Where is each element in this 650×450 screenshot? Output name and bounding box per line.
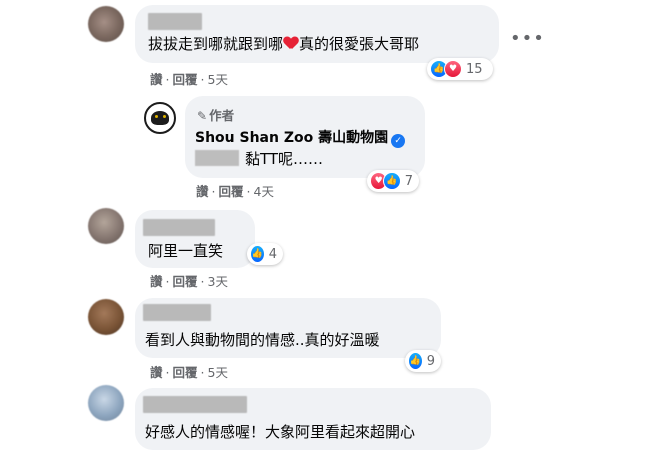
- reaction-count: 4: [268, 246, 277, 262]
- pencil-icon: ✎: [197, 109, 208, 123]
- comment-text: 拔拔走到哪就跟到哪 真的很愛張大哥耶: [148, 35, 420, 53]
- like-icon: 👍: [250, 245, 265, 263]
- reaction-count: 7: [404, 173, 413, 189]
- commenter-name-redacted[interactable]: [143, 396, 247, 413]
- comment-text: 好感人的情感喔！大象阿里看起來超開心: [145, 423, 416, 441]
- zoo-avatar[interactable]: [144, 102, 176, 134]
- like-button[interactable]: 讚: [150, 365, 163, 380]
- commenter-avatar[interactable]: [88, 299, 124, 335]
- comment-actions: 讚 · 回覆 · 5天: [150, 365, 228, 380]
- reply-button[interactable]: 回覆: [173, 72, 198, 87]
- mentioned-name-redacted: [195, 150, 239, 166]
- author-badge: ✎ 作者: [197, 108, 235, 123]
- reaction-count: 15: [466, 61, 483, 77]
- love-icon: ♥: [444, 60, 462, 78]
- commenter-avatar[interactable]: [88, 385, 124, 421]
- like-button[interactable]: 讚: [150, 274, 163, 289]
- reaction-summary[interactable]: ♥ 👍 7: [367, 170, 419, 192]
- comment-bubble: 拔拔走到哪就跟到哪 真的很愛張大哥耶: [135, 5, 499, 63]
- comment-actions: 讚 · 回覆 · 3天: [150, 274, 228, 289]
- reply-text: 黏TT呢……: [195, 149, 323, 169]
- comment-time[interactable]: 5天: [208, 365, 228, 380]
- comment-time[interactable]: 3天: [208, 274, 228, 289]
- commenter-name-redacted[interactable]: [148, 13, 202, 30]
- commenter-avatar[interactable]: [88, 6, 124, 42]
- reply-button[interactable]: 回覆: [219, 184, 244, 199]
- comment-text: 看到人與動物間的情感..真的好溫暖: [145, 331, 380, 349]
- comment-bubble: 阿里一直笑: [135, 210, 255, 268]
- verified-badge-icon: ✓: [391, 134, 406, 148]
- like-icon: 👍: [408, 352, 423, 370]
- comment-actions: 讚 · 回覆 · 5天: [150, 72, 228, 87]
- reply-author-name[interactable]: Shou Shan Zoo 壽山動物園 ✓: [195, 127, 406, 148]
- commenter-name-redacted[interactable]: [143, 304, 211, 321]
- reaction-summary[interactable]: 👍 ♥ 15: [427, 58, 493, 80]
- like-button[interactable]: 讚: [150, 72, 163, 87]
- more-options-icon[interactable]: •••: [510, 30, 545, 48]
- reply-button[interactable]: 回覆: [173, 365, 198, 380]
- comment-time[interactable]: 4天: [254, 184, 274, 199]
- reply-actions: 讚 · 回覆 · 4天: [196, 184, 274, 199]
- reaction-count: 9: [426, 353, 435, 369]
- commenter-avatar[interactable]: [88, 208, 124, 244]
- reaction-summary[interactable]: 👍 9: [405, 350, 441, 372]
- red-heart-icon: [284, 37, 298, 50]
- commenter-name-redacted[interactable]: [143, 219, 215, 236]
- like-icon: 👍: [383, 172, 401, 190]
- reply-button[interactable]: 回覆: [173, 274, 198, 289]
- comment-time[interactable]: 5天: [208, 72, 228, 87]
- comment-bubble: 好感人的情感喔！大象阿里看起來超開心: [135, 388, 491, 450]
- comment-bubble: 看到人與動物間的情感..真的好溫暖: [135, 298, 441, 358]
- like-button[interactable]: 讚: [196, 184, 209, 199]
- elephant-logo-icon: [151, 111, 169, 125]
- reaction-summary[interactable]: 👍 4: [247, 243, 283, 265]
- comment-text: 阿里一直笑: [148, 242, 224, 260]
- reply-bubble: ✎ 作者 Shou Shan Zoo 壽山動物園 ✓ 黏TT呢……: [185, 96, 425, 178]
